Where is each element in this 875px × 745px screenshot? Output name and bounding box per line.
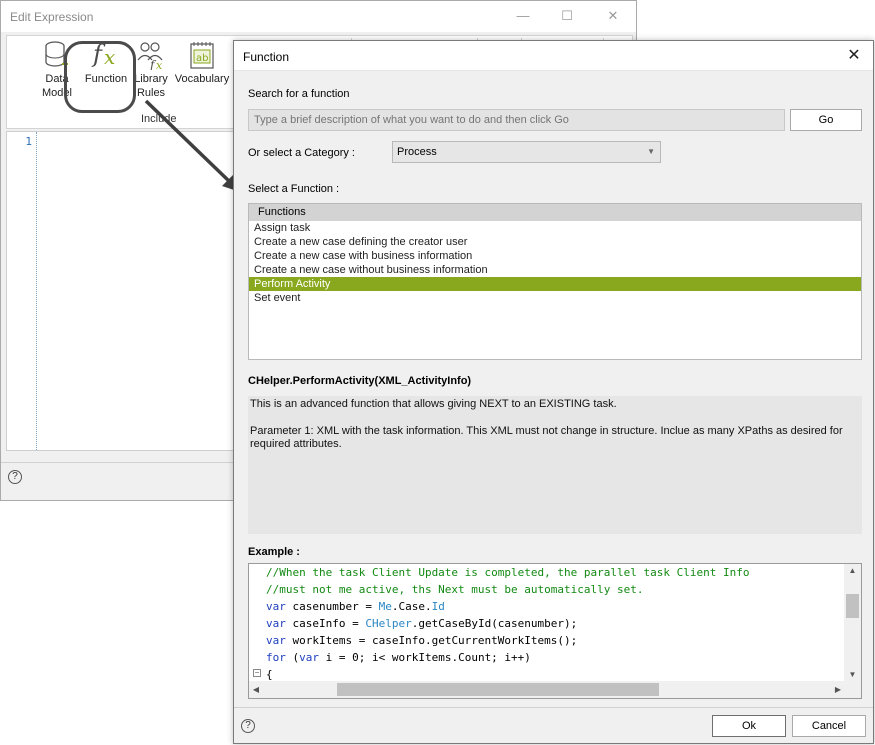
function-dialog: Function ✕ Search for a function Go Or s… <box>233 40 874 744</box>
vocabulary-button[interactable]: ab Vocabulary <box>171 40 233 86</box>
code-line: var casenumber = Me.Case.Id <box>249 598 845 615</box>
category-value: Process <box>397 146 437 158</box>
library-rules-label-2: Rules <box>136 87 166 99</box>
code-line: for (var i = 0; i< workItems.Count; i++) <box>249 649 845 666</box>
function-search-input[interactable] <box>248 109 785 131</box>
code-keyword: var <box>299 651 319 664</box>
function-highlight-ring <box>64 41 136 113</box>
code-line: { <box>249 666 845 682</box>
code-identifier: Me <box>378 600 392 613</box>
code-line: var caseInfo = CHelper.getCaseById(casen… <box>249 615 845 632</box>
vocabulary-label: Vocabulary <box>174 73 230 85</box>
code-text: i = 0; i< workItems.Count; i++) <box>319 651 531 664</box>
vertical-scrollbar[interactable]: ▲ ▼ <box>844 564 861 682</box>
description-parameter-text: Parameter 1: XML with the task informati… <box>250 425 843 450</box>
svg-text:ab: ab <box>196 53 208 64</box>
help-icon[interactable]: ? <box>241 719 255 733</box>
function-list-header: Functions <box>249 204 861 221</box>
library-rules-icon: f x <box>137 42 163 70</box>
code-text: .getCaseById(casenumber); <box>411 617 578 630</box>
code-line: //must not me active, ths Next must be a… <box>249 581 845 598</box>
svg-text:x: x <box>156 59 163 70</box>
category-label: Or select a Category : <box>248 147 355 159</box>
line-number-gutter: 1 <box>7 132 37 450</box>
code-text: { <box>266 668 273 681</box>
function-description: This is an advanced function that allows… <box>248 396 862 534</box>
scroll-left-icon[interactable]: ◀ <box>249 681 263 698</box>
function-dialog-titlebar: Function ✕ <box>234 41 873 71</box>
code-comment: //must not me active, ths Next must be a… <box>266 583 644 596</box>
list-item[interactable]: Create a new case defining the creator u… <box>249 235 861 249</box>
example-label: Example : <box>248 546 300 558</box>
window-title: Edit Expression <box>10 10 94 24</box>
horizontal-scroll-thumb[interactable] <box>337 683 659 696</box>
scrollbar-corner <box>844 681 861 698</box>
code-text: .Case. <box>391 600 432 613</box>
scroll-right-icon[interactable]: ▶ <box>831 681 845 698</box>
search-label: Search for a function <box>248 88 350 100</box>
horizontal-scrollbar[interactable]: ◀ ▶ <box>249 681 845 698</box>
select-function-label: Select a Function : <box>248 183 340 195</box>
list-item[interactable]: Assign task <box>249 221 861 235</box>
category-select[interactable]: Process ▼ <box>392 141 661 163</box>
list-item[interactable]: Create a new case with business informat… <box>249 249 861 263</box>
vertical-scroll-thumb[interactable] <box>846 594 859 618</box>
edit-expression-titlebar: Edit Expression — ☐ ✕ <box>1 1 636 32</box>
ok-button[interactable]: Ok <box>712 715 786 737</box>
line-number: 1 <box>25 135 32 148</box>
code-keyword: var <box>266 600 286 613</box>
code-text: caseInfo = <box>285 617 366 630</box>
code-text: casenumber = <box>285 600 379 613</box>
function-signature: CHelper.PerformActivity(XML_ActivityInfo… <box>248 375 472 387</box>
go-button[interactable]: Go <box>790 109 862 131</box>
example-code: //When the task Client Update is complet… <box>249 564 845 682</box>
ribbon-group-include: Include <box>141 113 177 125</box>
code-identifier: Id <box>431 600 445 613</box>
minimize-button[interactable]: — <box>508 5 538 27</box>
maximize-button[interactable]: ☐ <box>552 5 582 27</box>
list-item[interactable]: Set event <box>249 291 861 305</box>
cancel-button[interactable]: Cancel <box>792 715 866 737</box>
description-text: This is an advanced function that allows… <box>250 398 617 410</box>
list-item[interactable]: Create a new case without business infor… <box>249 263 861 277</box>
function-list[interactable]: Functions Assign task Create a new case … <box>248 203 862 360</box>
code-identifier: CHelper <box>365 617 412 630</box>
code-comment: //When the task Client Update is complet… <box>266 566 750 579</box>
close-window-button[interactable]: ✕ <box>598 5 628 27</box>
help-icon[interactable]: ? <box>8 470 22 484</box>
library-rules-label-1: Library <box>134 73 168 85</box>
code-keyword: var <box>266 617 286 630</box>
chevron-down-icon: ▼ <box>647 147 655 156</box>
scroll-up-icon[interactable]: ▲ <box>844 564 861 578</box>
scroll-down-icon[interactable]: ▼ <box>844 668 861 682</box>
example-code-box[interactable]: //When the task Client Update is complet… <box>248 563 862 699</box>
code-text: ( <box>285 651 300 664</box>
code-line: //When the task Client Update is complet… <box>249 564 845 581</box>
code-line: var workItems = caseInfo.getCurrentWorkI… <box>249 632 845 649</box>
vocabulary-icon: ab <box>190 42 214 69</box>
code-text: workItems = caseInfo.getCurrentWorkItems… <box>285 634 578 647</box>
dialog-close-button[interactable]: ✕ <box>843 45 865 67</box>
dialog-footer: ? Ok Cancel <box>234 707 873 743</box>
code-keyword: var <box>266 634 286 647</box>
dialog-title: Function <box>243 50 290 64</box>
collapse-icon[interactable]: − <box>253 669 261 677</box>
list-item-selected[interactable]: Perform Activity <box>249 277 861 291</box>
code-keyword: for <box>266 651 286 664</box>
